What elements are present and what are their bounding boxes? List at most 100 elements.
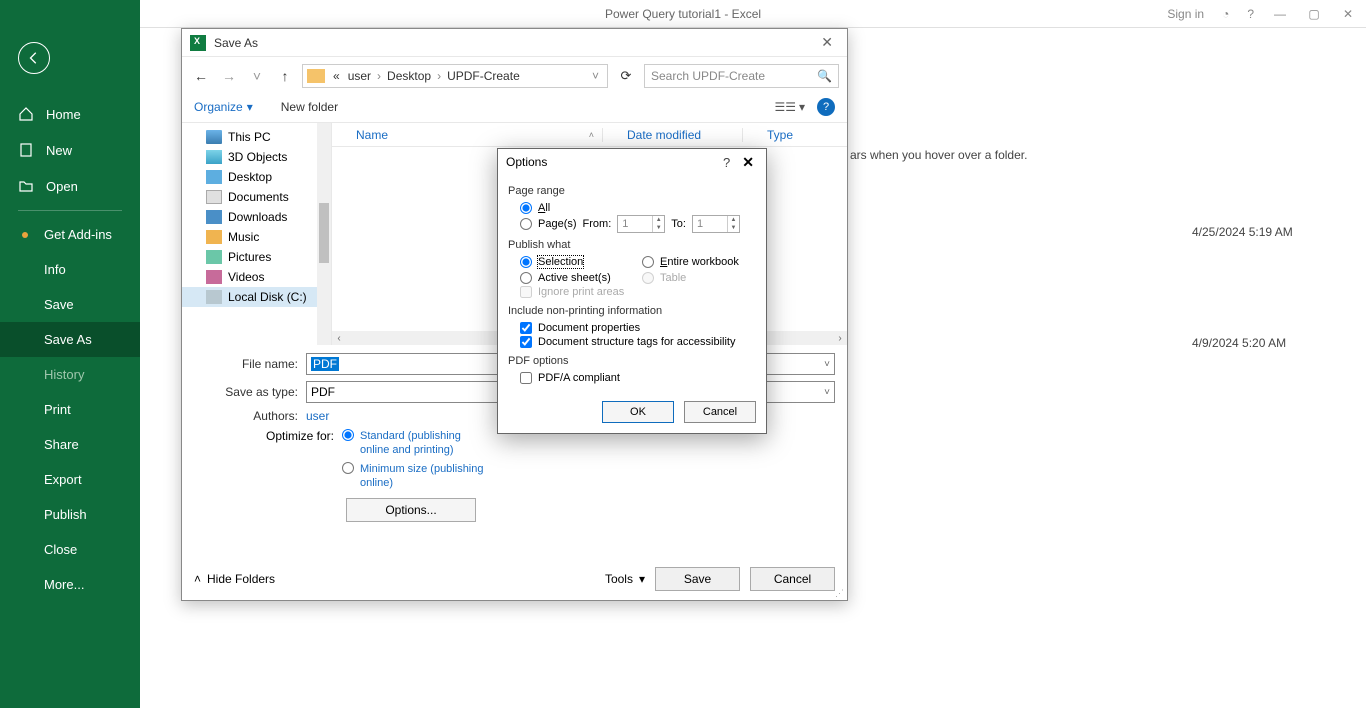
sidebar-item-home[interactable]: Home: [0, 96, 140, 132]
dialog-titlebar[interactable]: Save As ✕: [182, 29, 847, 57]
close-window-button[interactable]: ✕: [1340, 7, 1356, 21]
to-spinner[interactable]: 1▲▼: [692, 215, 740, 233]
scroll-right-icon[interactable]: ›: [833, 333, 847, 344]
radio-all[interactable]: All: [508, 201, 756, 215]
sidebar-item-get-addins[interactable]: Get Add-ins: [0, 217, 140, 252]
check-pdfa-compliant[interactable]: PDF/A compliant: [508, 371, 756, 385]
sidebar-item-close[interactable]: Close: [0, 532, 140, 567]
scroll-left-icon[interactable]: ‹: [332, 333, 346, 344]
chevron-down-icon[interactable]: ˅: [824, 359, 830, 370]
optimize-minimum-radio[interactable]: Minimum size (publishing online): [342, 462, 490, 491]
spin-up-icon[interactable]: ▲: [728, 216, 739, 224]
tree-item-music[interactable]: Music: [182, 227, 331, 247]
column-type[interactable]: Type: [742, 128, 822, 142]
videos-icon: [206, 270, 222, 284]
sidebar-item-more[interactable]: More...: [0, 567, 140, 602]
check-document-structure[interactable]: Document structure tags for accessibilit…: [508, 335, 756, 349]
sign-in-link[interactable]: Sign in: [1167, 7, 1204, 21]
breadcrumb-prefix[interactable]: «: [329, 69, 344, 83]
radio-input[interactable]: [520, 256, 532, 268]
breadcrumb-bar[interactable]: « user › Desktop › UPDF-Create ˅: [302, 64, 608, 88]
sidebar-item-save[interactable]: Save: [0, 287, 140, 322]
radio-input[interactable]: [520, 202, 532, 214]
radio-pages[interactable]: Page(s): [520, 217, 577, 231]
checkbox-input[interactable]: [520, 322, 532, 334]
sidebar-item-open[interactable]: Open: [0, 168, 140, 204]
cancel-button[interactable]: Cancel: [750, 567, 835, 591]
tree-item-documents[interactable]: Documents: [182, 187, 331, 207]
include-label: Include non-printing information: [508, 305, 756, 317]
save-type-label: Save as type:: [194, 385, 306, 399]
nav-recent-button[interactable]: ˅: [246, 68, 268, 84]
tools-dropdown[interactable]: Tools▾: [605, 572, 645, 586]
from-spinner[interactable]: 1▲▼: [617, 215, 665, 233]
spin-down-icon[interactable]: ▼: [728, 224, 739, 232]
sidebar-item-export[interactable]: Export: [0, 462, 140, 497]
help-icon[interactable]: ?: [1247, 7, 1254, 21]
maximize-button[interactable]: ▢: [1306, 7, 1322, 21]
checkbox-input[interactable]: [520, 372, 532, 384]
dialog-close-button[interactable]: ✕: [815, 34, 839, 51]
tree-scrollbar[interactable]: [317, 123, 331, 345]
tree-item-local-disk[interactable]: Local Disk (C:)˅: [182, 287, 331, 307]
options-close-button[interactable]: ✕: [738, 154, 758, 171]
nav-forward-button[interactable]: →: [218, 68, 240, 84]
tree-item-this-pc[interactable]: This PC: [182, 127, 331, 147]
chevron-down-icon[interactable]: ˅: [824, 387, 830, 398]
resize-grip[interactable]: ⋰: [835, 588, 845, 598]
spin-down-icon[interactable]: ▼: [653, 224, 664, 232]
minimize-button[interactable]: —: [1272, 7, 1288, 21]
documents-icon: [206, 190, 222, 204]
new-folder-button[interactable]: New folder: [281, 100, 338, 114]
radio-selection[interactable]: Selection: [520, 255, 634, 269]
sidebar-item-new[interactable]: New: [0, 132, 140, 168]
column-name[interactable]: Name˄: [332, 128, 602, 142]
tree-item-videos[interactable]: Videos: [182, 267, 331, 287]
breadcrumb-desktop[interactable]: Desktop: [383, 69, 435, 83]
tree-item-pictures[interactable]: Pictures: [182, 247, 331, 267]
options-titlebar[interactable]: Options ? ✕: [498, 149, 766, 175]
sidebar-item-publish[interactable]: Publish: [0, 497, 140, 532]
sidebar-item-print[interactable]: Print: [0, 392, 140, 427]
breadcrumb-updf[interactable]: UPDF-Create: [443, 69, 524, 83]
radio-entire-workbook[interactable]: Entire workbook: [642, 255, 756, 269]
optimize-standard-radio[interactable]: Standard (publishing online and printing…: [342, 429, 490, 458]
view-mode-button[interactable]: ☰☰ ▾: [774, 100, 805, 114]
breadcrumb-user[interactable]: user: [344, 69, 375, 83]
sidebar-item-history[interactable]: History: [0, 357, 140, 392]
tree-item-desktop[interactable]: Desktop: [182, 167, 331, 187]
search-icon: 🔍: [817, 69, 832, 83]
checkbox-input[interactable]: [520, 336, 532, 348]
breadcrumb-dropdown[interactable]: ˅: [588, 69, 603, 83]
help-button[interactable]: ?: [817, 98, 835, 116]
nav-back-button[interactable]: ←: [190, 68, 212, 84]
hide-folders-button[interactable]: ˄Hide Folders: [194, 572, 275, 586]
tree-item-3d-objects[interactable]: 3D Objects: [182, 147, 331, 167]
column-date[interactable]: Date modified: [602, 128, 742, 142]
nav-up-button[interactable]: ↑: [274, 68, 296, 84]
sidebar-item-save-as[interactable]: Save As: [0, 322, 140, 357]
radio-input[interactable]: [342, 429, 354, 441]
back-button[interactable]: [18, 42, 50, 74]
sidebar-item-info[interactable]: Info: [0, 252, 140, 287]
organize-button[interactable]: Organize ▾: [194, 100, 253, 114]
sidebar-item-share[interactable]: Share: [0, 427, 140, 462]
spin-up-icon[interactable]: ▲: [653, 216, 664, 224]
authors-value[interactable]: user: [306, 409, 329, 423]
save-button[interactable]: Save: [655, 567, 740, 591]
radio-input[interactable]: [520, 218, 532, 230]
options-help-button[interactable]: ?: [715, 155, 738, 170]
scrollbar-thumb[interactable]: [319, 203, 329, 263]
ok-button[interactable]: OK: [602, 401, 674, 423]
options-button[interactable]: Options...: [346, 498, 476, 522]
radio-input[interactable]: [642, 256, 654, 268]
profile-icon[interactable]: ◔: [1222, 7, 1229, 21]
tree-item-downloads[interactable]: Downloads: [182, 207, 331, 227]
search-input[interactable]: Search UPDF-Create 🔍: [644, 64, 839, 88]
refresh-button[interactable]: ⟳: [614, 68, 638, 84]
radio-active-sheets[interactable]: Active sheet(s): [520, 271, 634, 285]
check-document-properties[interactable]: Document properties: [508, 321, 756, 335]
options-cancel-button[interactable]: Cancel: [684, 401, 756, 423]
radio-input[interactable]: [342, 462, 354, 474]
radio-input[interactable]: [520, 272, 532, 284]
